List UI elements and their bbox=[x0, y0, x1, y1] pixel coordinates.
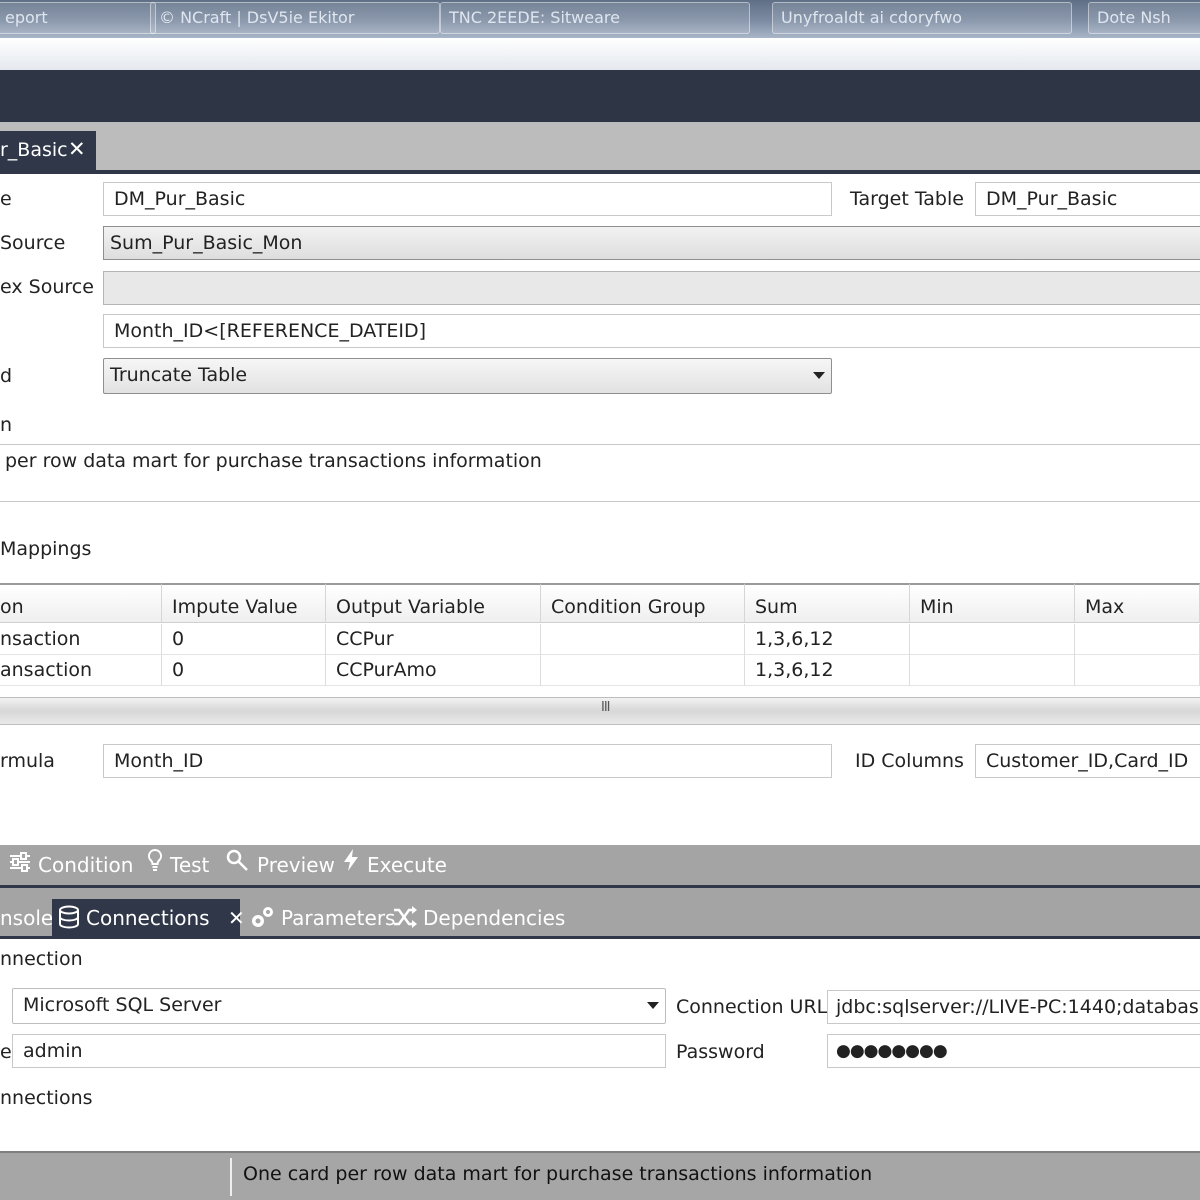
tab-parameters[interactable]: Parameters bbox=[250, 899, 395, 938]
chevron-down-icon bbox=[813, 372, 825, 379]
connection-section-label: nnection bbox=[0, 948, 83, 970]
password-field[interactable]: ●●●●●●●● bbox=[827, 1034, 1200, 1068]
test-button[interactable]: Test bbox=[146, 845, 209, 885]
table-cell[interactable]: nsaction bbox=[0, 624, 162, 655]
complex-source-label: ex Source bbox=[0, 276, 94, 298]
source-field[interactable]: Sum_Pur_Basic_Mon bbox=[103, 226, 1200, 260]
window-chrome bbox=[0, 38, 1200, 71]
method-value: Truncate Table bbox=[110, 364, 248, 386]
editor-tab-bar bbox=[0, 122, 1200, 170]
app-header bbox=[0, 70, 1200, 122]
table-cell[interactable]: CCPurAmo bbox=[326, 655, 541, 686]
table-cell[interactable] bbox=[910, 624, 1075, 655]
table-cell[interactable] bbox=[541, 655, 745, 686]
method-label: d bbox=[0, 365, 13, 387]
action-toolbar: Condition Test Preview Execute bbox=[0, 845, 1200, 885]
formula-field[interactable]: Month_ID bbox=[103, 744, 832, 778]
table-cell[interactable] bbox=[1075, 655, 1200, 686]
name-label: e bbox=[0, 188, 12, 210]
column-header[interactable]: Max bbox=[1075, 583, 1200, 623]
horizontal-scrollbar[interactable] bbox=[0, 697, 1200, 725]
editor-tab-label: r_Basic bbox=[0, 139, 68, 161]
target-table-field[interactable]: DM_Pur_Basic bbox=[975, 182, 1200, 216]
divider bbox=[230, 1158, 232, 1196]
driver-select[interactable]: Microsoft SQL Server bbox=[12, 988, 666, 1024]
tab-dependencies-label: Dependencies bbox=[423, 906, 566, 930]
tab-parameters-label: Parameters bbox=[281, 906, 396, 930]
tab-dependencies[interactable]: Dependencies bbox=[392, 899, 565, 938]
sliders-icon bbox=[8, 845, 32, 885]
magnifier-icon bbox=[225, 845, 251, 885]
column-header[interactable]: on bbox=[0, 583, 162, 623]
source-label: Source bbox=[0, 232, 66, 254]
table-cell[interactable]: 1,3,6,12 bbox=[745, 655, 910, 686]
driver-value: Microsoft SQL Server bbox=[23, 994, 222, 1016]
description-label: n bbox=[0, 414, 13, 436]
taskbar-item[interactable]: Unyfroaldt ai cdoryfwo bbox=[772, 2, 1072, 34]
tab-connections[interactable]: Connections ✕ bbox=[52, 899, 245, 938]
taskbar-item[interactable]: TNC 2EEDE: Sitweare bbox=[440, 2, 750, 34]
target-table-label: Target Table bbox=[850, 188, 964, 210]
formula-label: rmula bbox=[0, 750, 55, 772]
description-textarea[interactable]: per row data mart for purchase transacti… bbox=[0, 444, 1200, 502]
taskbar-item[interactable]: Dote Nsh bbox=[1088, 2, 1200, 34]
connection-url-field[interactable]: jdbc:sqlserver://LIVE-PC:1440;database=l… bbox=[827, 990, 1200, 1024]
execute-label: Execute bbox=[367, 853, 447, 877]
name-field[interactable]: DM_Pur_Basic bbox=[103, 182, 832, 216]
table-cell[interactable]: 0 bbox=[162, 655, 326, 686]
condition-button[interactable]: Condition bbox=[8, 845, 133, 885]
chevron-down-icon bbox=[647, 1002, 659, 1009]
column-header[interactable]: Sum bbox=[745, 583, 910, 623]
test-label: Test bbox=[170, 853, 210, 877]
password-label: Password bbox=[676, 1041, 765, 1063]
status-message: One card per row data mart for purchase … bbox=[243, 1163, 873, 1185]
column-header[interactable]: Condition Group bbox=[541, 583, 745, 623]
mappings-label: Mappings bbox=[0, 538, 92, 560]
divider bbox=[0, 936, 1200, 939]
table-cell[interactable] bbox=[1075, 624, 1200, 655]
tab-underline bbox=[0, 170, 1200, 174]
close-icon[interactable]: ✕ bbox=[68, 137, 86, 161]
complex-source-field[interactable] bbox=[103, 271, 1200, 305]
taskbar-item[interactable]: © NCraft | DsV5ie Ekitor bbox=[150, 2, 440, 34]
os-taskbar: eport © NCraft | DsV5ie Ekitor TNC 2EEDE… bbox=[0, 0, 1200, 38]
table-cell[interactable]: 0 bbox=[162, 624, 326, 655]
lightning-icon bbox=[341, 845, 361, 885]
table-cell[interactable] bbox=[910, 655, 1075, 686]
table-cell[interactable]: 1,3,6,12 bbox=[745, 624, 910, 655]
column-header[interactable]: Min bbox=[910, 583, 1075, 623]
tab-console[interactable]: nsole bbox=[0, 899, 53, 938]
column-header[interactable]: Impute Value bbox=[162, 583, 326, 623]
preview-button[interactable]: Preview bbox=[225, 845, 335, 885]
username-field[interactable]: admin bbox=[12, 1034, 666, 1068]
id-columns-field[interactable]: Customer_ID,Card_ID bbox=[975, 744, 1200, 778]
execute-button[interactable]: Execute bbox=[341, 845, 447, 885]
connection-url-label: Connection URL bbox=[676, 996, 828, 1018]
column-header[interactable]: Output Variable bbox=[326, 583, 541, 623]
table-cell[interactable] bbox=[541, 624, 745, 655]
condition-label: Condition bbox=[38, 853, 134, 877]
preview-label: Preview bbox=[257, 853, 335, 877]
id-columns-label: ID Columns bbox=[855, 750, 964, 772]
connections-label: nnections bbox=[0, 1087, 93, 1109]
lightbulb-icon bbox=[146, 845, 164, 885]
editor-tab[interactable]: r_Basic ✕ bbox=[0, 131, 96, 170]
description-text: per row data mart for purchase transacti… bbox=[5, 450, 542, 472]
filter-field[interactable]: Month_ID<[REFERENCE_DATEID] bbox=[103, 314, 1200, 348]
table-cell[interactable]: CCPur bbox=[326, 624, 541, 655]
taskbar-item[interactable]: eport bbox=[0, 2, 156, 34]
close-icon[interactable]: ✕ bbox=[228, 906, 245, 930]
table-cell[interactable]: ansaction bbox=[0, 655, 162, 686]
username-label: e bbox=[0, 1041, 12, 1063]
console-tab-bar: nsole Connections ✕ Parameters Dependenc… bbox=[0, 888, 1200, 938]
method-select[interactable]: Truncate Table bbox=[103, 358, 832, 394]
tab-connections-label: Connections bbox=[86, 906, 210, 930]
scroll-grip-icon[interactable]: III bbox=[601, 700, 610, 715]
